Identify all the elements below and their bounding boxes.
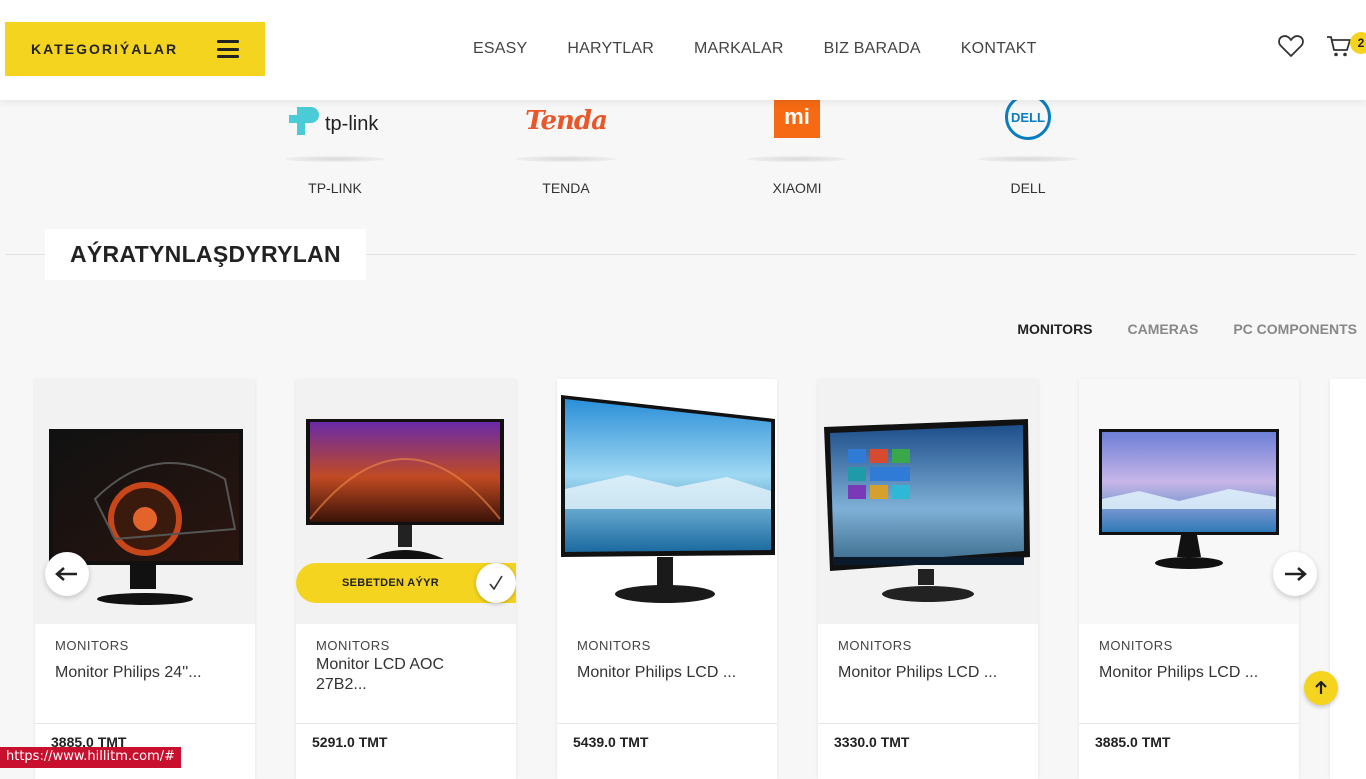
product-info: MONITORS Monitor Philips LCD ... <box>557 624 777 724</box>
tab-pc-components[interactable]: PC COMPONENTS <box>1233 321 1357 337</box>
brands-strip: tp-link TP-LINK Tenda TENDA mi XIAOMI DE… <box>0 94 1366 216</box>
categories-button[interactable]: KATEGORIÝALAR <box>5 22 265 76</box>
hamburger-icon <box>217 40 239 58</box>
brand-tenda[interactable]: Tenda TENDA <box>506 96 626 196</box>
product-image[interactable]: SEBETDEN AÝYR <box>296 379 516 624</box>
carousel-next-button[interactable] <box>1273 552 1317 596</box>
product-image[interactable] <box>557 379 777 624</box>
remove-from-cart-label: SEBETDEN AÝYR <box>342 577 440 589</box>
nav-brands[interactable]: MARKALAR <box>694 40 784 58</box>
product-price: 5291.0 TMT <box>296 723 516 760</box>
nav-contact[interactable]: KONTAKT <box>961 40 1037 58</box>
section-title: AÝRATYNLAŞDYRYLAN <box>45 229 366 280</box>
product-category: MONITORS <box>1099 638 1173 653</box>
product-price: 5439.0 TMT <box>557 723 777 760</box>
xiaomi-logo: mi <box>737 96 857 146</box>
product-card[interactable]: MONITORS Monitor Philips LCD ... 3885.0 … <box>1079 379 1299 779</box>
nav-products[interactable]: HARYTLAR <box>567 40 654 58</box>
nav-about[interactable]: BIZ BARADA <box>824 40 921 58</box>
cart-icon[interactable]: 2 <box>1326 32 1366 63</box>
product-title[interactable]: Monitor Philips LCD ... <box>577 663 757 683</box>
product-category: MONITORS <box>55 638 129 653</box>
product-category: MONITORS <box>838 638 912 653</box>
carousel-prev-button[interactable] <box>45 552 89 596</box>
brand-dell[interactable]: DELL DELL <box>968 94 1088 196</box>
product-info: MONITORS Monitor LCD AOC 27B2... <box>296 624 516 724</box>
brand-name: DELL <box>1010 180 1046 196</box>
product-card[interactable]: MONITORS Monitor Philips LCD ... 3330.0 … <box>818 379 1038 779</box>
brand-name: XIAOMI <box>772 180 822 196</box>
wishlist-icon[interactable] <box>1278 34 1304 63</box>
product-info: MONITORS Monitor Philips LCD ... <box>1079 624 1299 724</box>
arrow-right-icon <box>1285 567 1307 581</box>
product-title[interactable]: Monitor LCD AOC 27B2... <box>316 655 466 695</box>
tp-link-logo: tp-link <box>275 96 395 146</box>
scroll-to-top-button[interactable] <box>1304 671 1338 705</box>
tab-monitors[interactable]: MONITORS <box>1017 321 1092 337</box>
product-info: MONITORS Monitor Philips LCD ... <box>818 624 1038 724</box>
product-price: 3885.0 TMT <box>1079 723 1299 760</box>
arrow-up-icon <box>1315 681 1327 694</box>
remove-from-cart-button[interactable]: SEBETDEN AÝYR <box>296 563 516 603</box>
product-image[interactable] <box>818 379 1038 624</box>
product-category: MONITORS <box>316 638 390 653</box>
product-card[interactable]: SEBETDEN AÝYR MONITORS Monitor LCD AOC 2… <box>296 379 516 779</box>
product-title[interactable]: Monitor Philips LCD ... <box>838 663 1018 683</box>
status-bar-url: https://www.hillitm.com/# <box>0 747 182 768</box>
brand-name: TP-LINK <box>308 180 362 196</box>
product-card[interactable]: MONITORS Monitor Philips LCD ... 5439.0 … <box>557 379 777 779</box>
tenda-logo: Tenda <box>525 106 608 136</box>
check-icon <box>476 563 516 603</box>
product-category: MONITORS <box>577 638 651 653</box>
brand-tp-link[interactable]: tp-link TP-LINK <box>275 96 395 196</box>
product-title[interactable]: Monitor Philips LCD ... <box>1099 663 1279 683</box>
header: KATEGORIÝALAR ESASY HARYTLAR MARKALAR BI… <box>0 0 1366 100</box>
product-title[interactable]: Monitor Philips 24''... <box>55 663 235 683</box>
dell-logo: DELL <box>968 94 1088 146</box>
product-info: MONITORS Monitor Philips 24''... <box>35 624 255 724</box>
category-tabs: MONITORS CAMERAS PC COMPONENTS <box>982 321 1357 337</box>
tab-cameras[interactable]: CAMERAS <box>1128 321 1199 337</box>
product-price: 3330.0 TMT <box>818 723 1038 760</box>
product-image[interactable] <box>1079 379 1299 624</box>
svg-text:tp-link: tp-link <box>325 113 379 135</box>
main-nav: ESASY HARYTLAR MARKALAR BIZ BARADA KONTA… <box>473 40 1077 58</box>
brand-xiaomi[interactable]: mi XIAOMI <box>737 96 857 196</box>
header-icons: 2 <box>1256 32 1366 63</box>
categories-label: KATEGORIÝALAR <box>31 41 179 57</box>
arrow-left-icon <box>55 567 77 581</box>
brand-name: TENDA <box>542 180 590 196</box>
nav-home[interactable]: ESASY <box>473 40 527 58</box>
product-card-partial <box>1330 379 1366 779</box>
cart-count-badge: 2 <box>1350 32 1366 54</box>
